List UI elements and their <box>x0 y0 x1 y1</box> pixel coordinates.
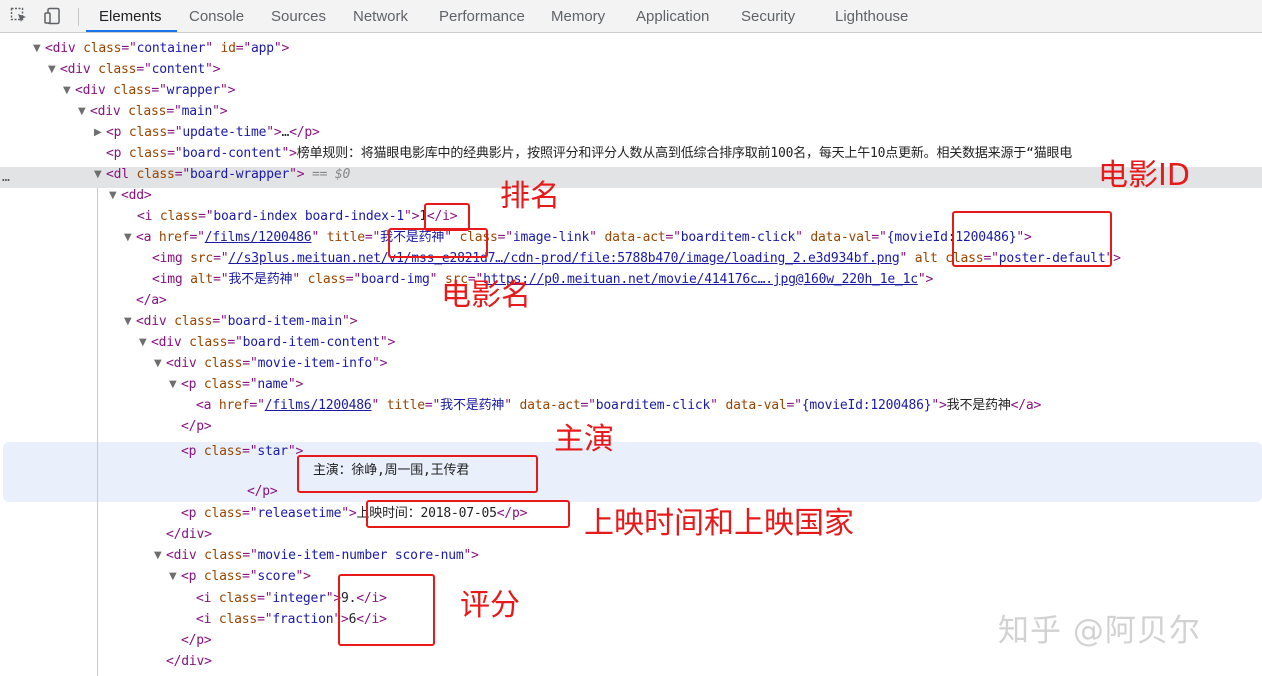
inspect-icon[interactable] <box>10 7 28 25</box>
tab-lighthouse[interactable]: Lighthouse <box>835 0 908 32</box>
dom-node-line[interactable]: <p class="board-content">榜单规则：将猫眼电影库中的经典… <box>0 143 1262 164</box>
expanded-arrow-icon[interactable]: ▼ <box>109 185 117 206</box>
elements-dom-tree: … ▼ <div class="container" id="app"> ▼ <… <box>0 33 1262 676</box>
tab-elements[interactable]: Elements <box>99 0 162 32</box>
dom-node-line[interactable]: ▼ <p class="name"> <box>0 374 1262 395</box>
dom-node-line[interactable]: ▶ <p class="update-time">…</p> <box>0 122 1262 143</box>
annotation-label-movie-id: 电影ID <box>1098 158 1190 193</box>
tab-sources[interactable]: Sources <box>271 0 326 32</box>
expanded-arrow-icon[interactable]: ▼ <box>124 227 132 248</box>
annotation-label-rank: 排名 <box>500 179 560 214</box>
toolbar-divider <box>78 8 79 26</box>
dom-node-line-hovered[interactable]: <p class="star"> <box>0 441 1262 462</box>
dom-node-line-selected[interactable]: ▼ <dl class="board-wrapper"> == $0 <box>0 164 1262 185</box>
expanded-arrow-icon[interactable]: ▼ <box>63 80 71 101</box>
annotation-box-release <box>366 500 570 528</box>
annotation-box-stars <box>297 455 538 493</box>
dom-text-node[interactable]: 主演：徐峥,周一围,王传君 <box>0 460 1262 481</box>
dom-node-line[interactable]: </a> <box>0 290 1262 311</box>
annotation-box-score <box>338 574 435 646</box>
dom-node-line[interactable]: ▼ <p class="score"> <box>0 566 1262 587</box>
dom-node-line[interactable]: </p> <box>0 416 1262 437</box>
dom-node-line[interactable]: ▼ <div class="board-item-content"> <box>0 332 1262 353</box>
watermark: 知乎 @阿贝尔 <box>998 613 1201 649</box>
collapsed-arrow-icon[interactable]: ▶ <box>94 122 102 143</box>
tab-application[interactable]: Application <box>636 0 709 32</box>
annotation-label-score: 评分 <box>460 588 520 623</box>
tab-security[interactable]: Security <box>741 0 795 32</box>
dom-node-line[interactable]: </p> <box>0 481 1262 502</box>
tab-performance[interactable]: Performance <box>439 0 525 32</box>
expanded-arrow-icon[interactable]: ▼ <box>169 374 177 395</box>
device-toggle-icon[interactable] <box>44 7 62 25</box>
annotation-box-movie-name <box>388 228 488 258</box>
tab-memory[interactable]: Memory <box>551 0 605 32</box>
annotation-label-stars: 主演 <box>554 422 614 457</box>
dom-node-line[interactable]: ▼ <div class="board-item-main"> <box>0 311 1262 332</box>
expanded-arrow-icon[interactable]: ▼ <box>154 545 162 566</box>
annotation-label-movie-name: 电影名 <box>441 278 531 313</box>
expanded-arrow-icon[interactable]: ▼ <box>48 59 56 80</box>
expanded-arrow-icon[interactable]: ▼ <box>33 38 41 59</box>
dom-node-line[interactable]: ▼ <div class="content"> <box>0 59 1262 80</box>
expanded-arrow-icon[interactable]: ▼ <box>169 566 177 587</box>
annotation-box-movie-id <box>952 211 1112 267</box>
expanded-arrow-icon[interactable]: ▼ <box>124 311 132 332</box>
expanded-arrow-icon[interactable]: ▼ <box>154 353 162 374</box>
devtools-toolbar: Elements Console Sources Network Perform… <box>0 0 1262 33</box>
dom-node-line[interactable]: ▼ <dd> <box>0 185 1262 206</box>
dom-node-line[interactable]: <a href="/films/1200486" title="我不是药神" d… <box>0 395 1262 416</box>
expanded-arrow-icon[interactable]: ▼ <box>78 101 86 122</box>
annotation-box-rank <box>424 203 470 231</box>
expanded-arrow-icon[interactable]: ▼ <box>94 164 102 185</box>
active-tab-indicator <box>86 30 177 32</box>
dom-node-line[interactable]: ▼ <div class="wrapper"> <box>0 80 1262 101</box>
dom-node-line[interactable]: ▼ <div class="movie-item-info"> <box>0 353 1262 374</box>
annotation-label-release: 上映时间和上映国家 <box>584 506 854 541</box>
dom-node-line[interactable]: <img alt="我不是药神" class="board-img" src="… <box>0 269 1262 290</box>
dom-node-line[interactable]: ▼ <div class="movie-item-number score-nu… <box>0 545 1262 566</box>
tab-network[interactable]: Network <box>353 0 408 32</box>
tab-console[interactable]: Console <box>189 0 244 32</box>
expanded-arrow-icon[interactable]: ▼ <box>139 332 147 353</box>
dom-node-line[interactable]: ▼ <div class="main"> <box>0 101 1262 122</box>
dom-node-line[interactable]: </div> <box>0 651 1262 672</box>
dom-node-line[interactable]: ▼ <div class="container" id="app"> <box>0 38 1262 59</box>
